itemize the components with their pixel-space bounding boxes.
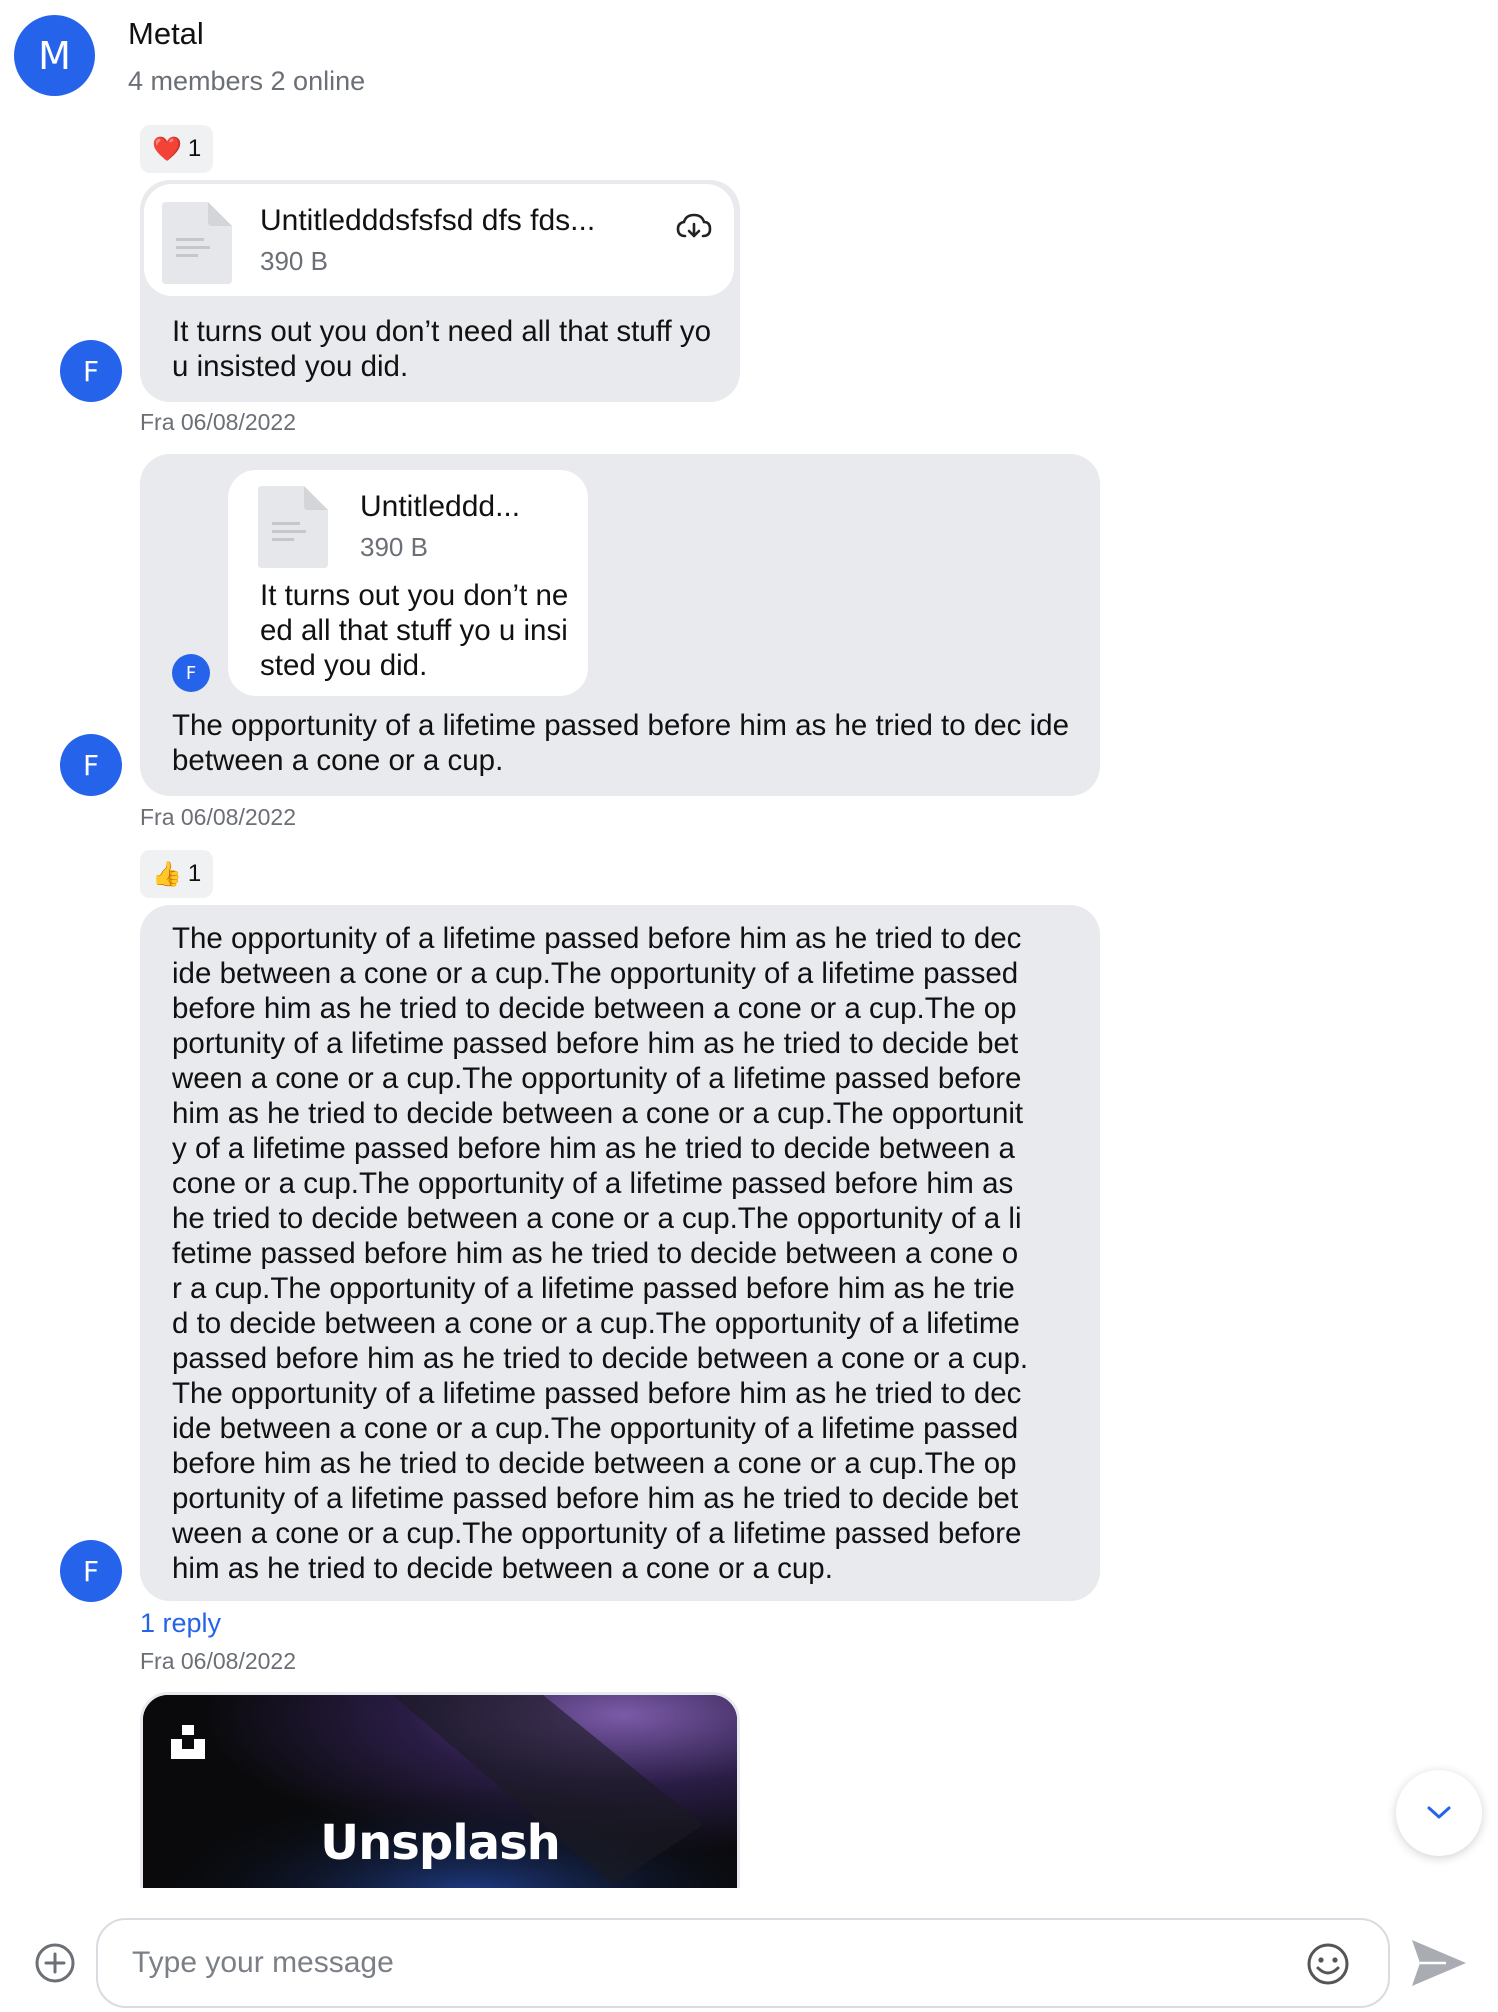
message-text-line: he tried to decide between a cone or a c… (172, 1202, 1022, 1235)
chevron-down-icon (1427, 1806, 1451, 1819)
message-bubble[interactable]: The opportunity of a lifetime passed bef… (140, 905, 1100, 1601)
message-timestamp: Fra 06/08/2022 (140, 409, 297, 435)
message-text-line: y of a lifetime passed before him as he … (172, 1132, 1015, 1165)
chat-title: Metal (128, 16, 204, 51)
scroll-to-bottom-button[interactable] (1396, 1770, 1482, 1856)
chat-subtitle: 4 members 2 online (128, 66, 366, 96)
message-text-line: The opportunity of a lifetime passed bef… (172, 1377, 1022, 1410)
message-bubble[interactable]: F Untitleddd... 390 B It turns out you d… (140, 454, 1100, 796)
file-attachment[interactable]: Untitledddsfsfsd dfs fds... 390 B (144, 184, 734, 296)
send-icon[interactable] (1410, 1936, 1468, 1990)
message-text-line: portunity of a lifetime passed before hi… (172, 1482, 1019, 1515)
thread-reply-link[interactable]: 1 reply (140, 1608, 221, 1639)
message-text-line: him as he tried to decide between a cone… (172, 1097, 1024, 1130)
file-icon (162, 202, 232, 284)
message-text-line: fetime passed before him as he tried to … (172, 1237, 1019, 1270)
message-text: The opportunity of a lifetime passed bef… (172, 709, 1069, 777)
heart-emoji: ❤️ (152, 135, 182, 163)
message-input[interactable] (130, 1920, 1290, 2006)
file-icon (258, 486, 328, 568)
message-text-line: ide between a cone or a cup.The opportun… (172, 957, 1019, 990)
file-size: 390 B (260, 246, 328, 276)
message-text: It turns out you don’t need all that stu… (172, 315, 711, 383)
image-brand-text: Unsplash (320, 1815, 561, 1871)
message-bubble[interactable]: Untitledddsfsfsd dfs fds... 390 B It tur… (140, 180, 740, 402)
quoted-message[interactable]: Untitleddd... 390 B It turns out you don… (228, 470, 588, 696)
reaction-count: 1 (187, 860, 202, 887)
message-text: The opportunity of a lifetime passed bef… (172, 921, 1082, 1586)
message-text-line: passed before him as he tried to decide … (172, 1342, 1029, 1375)
chat-screen: M Metal 4 members 2 online ❤️ 1 Untitled… (0, 0, 1498, 2012)
message-composer[interactable] (96, 1918, 1390, 2008)
reaction-count: 1 (187, 135, 202, 162)
message-text-line: before him as he tried to decide between… (172, 1447, 1017, 1480)
message-text-line: portunity of a lifetime passed before hi… (172, 1027, 1019, 1060)
sender-avatar[interactable]: F (60, 1540, 122, 1602)
sender-avatar[interactable]: F (60, 734, 122, 796)
message-text-line: r a cup.The opportunity of a lifetime pa… (172, 1272, 1015, 1305)
quoted-file-name: Untitleddd... (360, 490, 521, 523)
message-timestamp: Fra 06/08/2022 (140, 804, 297, 830)
message-text-line: him as he tried to decide between a cone… (172, 1552, 833, 1585)
message-text-line: cone or a cup.The opportunity of a lifet… (172, 1167, 1014, 1200)
image-attachment[interactable]: Unsplash (140, 1692, 740, 1888)
message-text-line: ween a cone or a cup.The opportunity of … (172, 1517, 1022, 1550)
message-text-line: d to decide between a cone or a cup.The … (172, 1307, 1020, 1340)
chat-header: M Metal 4 members 2 online (0, 0, 1498, 110)
message-text-line: ween a cone or a cup.The opportunity of … (172, 1062, 1022, 1095)
message-text-line: ide between a cone or a cup.The opportun… (172, 1412, 1019, 1445)
plus-circle-icon[interactable] (34, 1942, 76, 1984)
quoted-text: It turns out you don’t need all that stu… (260, 579, 569, 682)
message-text-line: The opportunity of a lifetime passed bef… (172, 922, 1022, 955)
unsplash-logo-icon (171, 1725, 205, 1759)
smiley-icon[interactable] (1306, 1942, 1350, 1986)
quoted-sender-avatar: F (172, 654, 210, 692)
message-text-line: before him as he tried to decide between… (172, 992, 1017, 1025)
sender-avatar[interactable]: F (60, 340, 122, 402)
file-name: Untitledddsfsfsd dfs fds... (260, 204, 596, 237)
reaction-chip[interactable]: ❤️ 1 (140, 125, 214, 173)
message-timestamp: Fra 06/08/2022 (140, 1648, 297, 1674)
group-avatar[interactable]: M (14, 15, 95, 96)
thumbs-up-emoji: 👍 (152, 860, 182, 888)
cloud-download-icon[interactable] (676, 212, 712, 242)
quoted-file-size: 390 B (360, 532, 428, 562)
reaction-chip[interactable]: 👍 1 (140, 850, 214, 898)
